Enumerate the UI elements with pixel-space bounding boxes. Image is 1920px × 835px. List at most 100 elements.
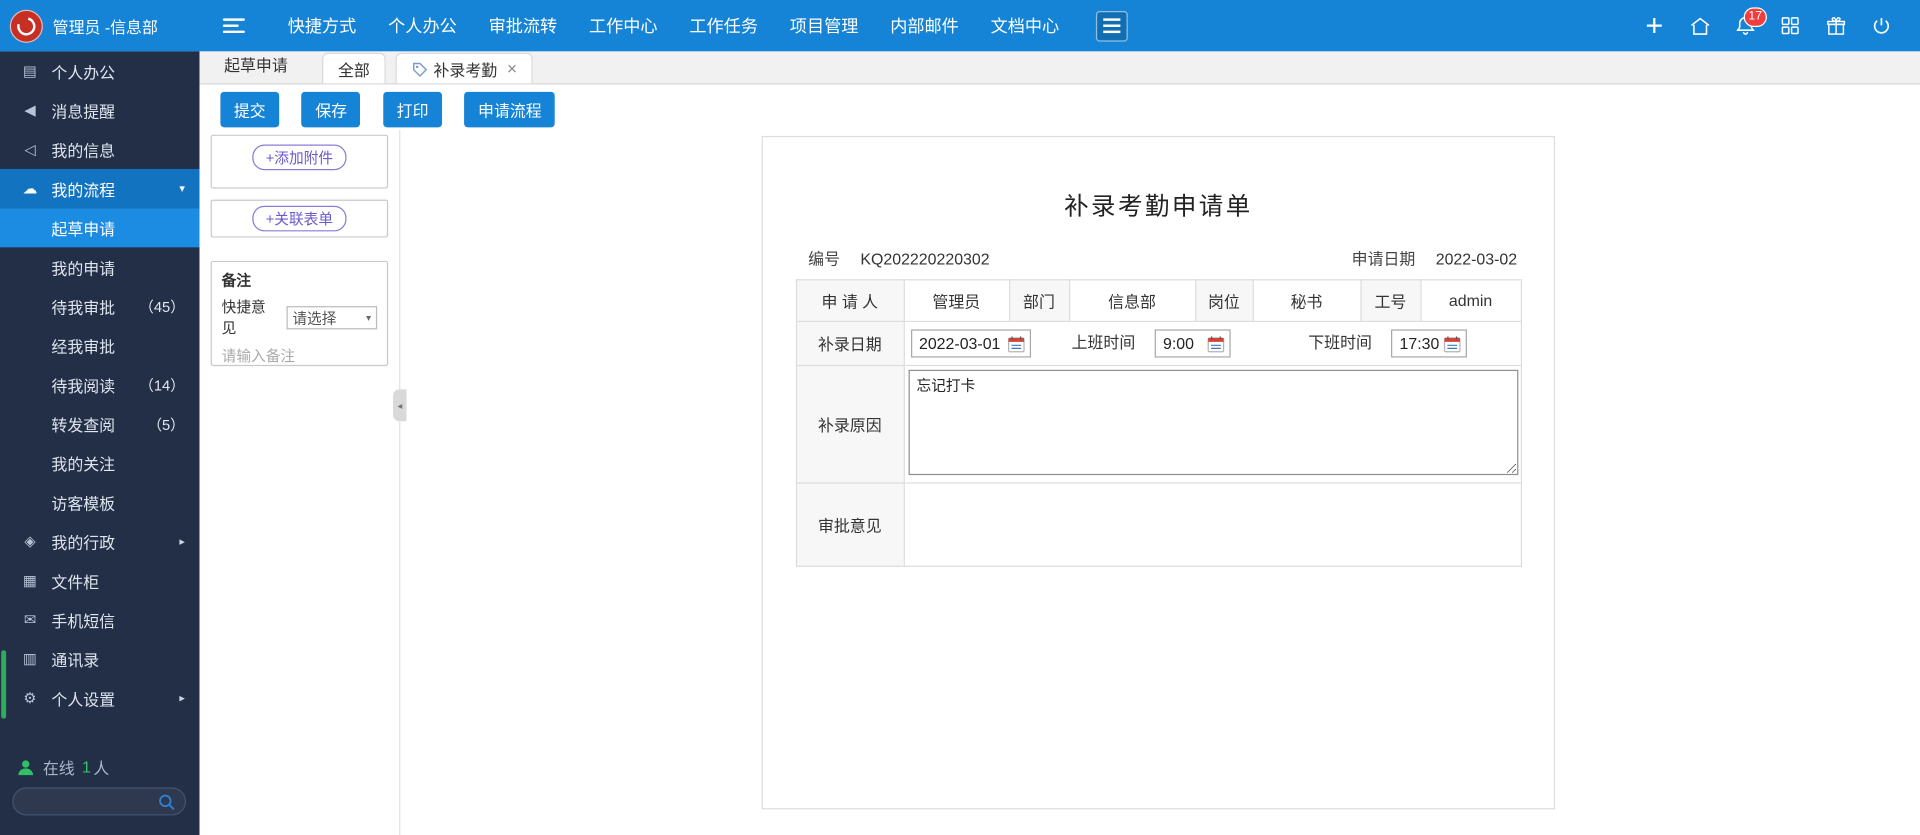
file-cabinet-icon: ▦ xyxy=(23,571,37,589)
apply-flow-button[interactable]: 申请流程 xyxy=(464,91,556,128)
my-info-icon: ◁ xyxy=(24,140,36,158)
save-button[interactable]: 保存 xyxy=(301,91,361,128)
sidebar-item-personal-settings[interactable]: ⚙ 个人设置 ▸ xyxy=(0,678,200,717)
app-root: 管理员 -信息部 快捷方式 个人办公 审批流转 工作中心 工作任务 项目管理 内… xyxy=(0,0,1920,835)
chevron-left-icon: ◂ xyxy=(397,399,403,411)
panel-collapse-handle[interactable]: ◂ xyxy=(393,389,407,422)
sidebar-item-label: 转发查阅 xyxy=(51,415,116,435)
sidebar-item-personal-office[interactable]: ▤ 个人办公 xyxy=(0,51,200,90)
sidebar-item-sms[interactable]: ✉ 手机短信 xyxy=(0,600,200,639)
calendar-icon[interactable] xyxy=(1207,335,1224,352)
quick-opinion-select[interactable]: 请选择 ▾ xyxy=(286,305,378,329)
nav-item-internal-mail[interactable]: 内部邮件 xyxy=(874,0,974,51)
approval-label: 审批意见 xyxy=(795,482,905,567)
sidebar-item-label: 手机短信 xyxy=(51,611,116,630)
apply-date-label: 申请日期 xyxy=(1351,249,1416,269)
dept-label: 部门 xyxy=(1008,279,1070,323)
calendar-icon[interactable] xyxy=(1443,335,1461,352)
tab-bulu-kaoqin[interactable]: 补录考勤 × xyxy=(395,52,533,84)
toolbar: 提交 保存 打印 申请流程 xyxy=(199,84,1920,130)
table-row: 补录原因 忘记打卡 xyxy=(795,364,1522,484)
sidebar-item-pending-approval[interactable]: 待我审批 （45） xyxy=(0,287,200,326)
end-time-input[interactable] xyxy=(1399,334,1439,353)
nav-item-work-center[interactable]: 工作中心 xyxy=(573,0,673,51)
time-fields-cell: 上班时间 下班时间 xyxy=(903,320,1522,367)
search-icon[interactable] xyxy=(158,793,175,810)
sidebar-item-message-alert[interactable]: ◀ 消息提醒 xyxy=(0,91,200,130)
reason-label: 补录原因 xyxy=(795,364,905,484)
sidebar-item-my-flow[interactable]: ☁ 我的流程 ▾ xyxy=(0,168,200,209)
apply-date-value: 2022-03-02 xyxy=(1435,249,1518,269)
link-form-button[interactable]: +关联表单 xyxy=(252,205,347,232)
menu-toggle-icon[interactable] xyxy=(222,18,245,34)
gift-icon[interactable] xyxy=(1823,13,1847,37)
more-menu-icon[interactable] xyxy=(1095,10,1128,42)
sidebar-item-draft-apply[interactable]: 起草申请 xyxy=(0,208,200,248)
form-number-value: KQ202220220302 xyxy=(860,249,990,269)
search-input[interactable] xyxy=(23,792,158,810)
tab-label: 全部 xyxy=(337,60,370,79)
calendar-icon[interactable] xyxy=(1007,335,1025,352)
reason-input[interactable]: 忘记打卡 xyxy=(907,369,1518,476)
approval-value xyxy=(903,482,1522,567)
table-row: 补录日期 上班时间 xyxy=(795,320,1522,367)
online-user-icon xyxy=(18,759,34,775)
message-alert-icon: ◀ xyxy=(24,101,36,119)
sidebar-item-forward-review[interactable]: 转发查阅 （5） xyxy=(0,404,200,443)
online-label: 在线 xyxy=(42,759,75,778)
sidebar-item-my-apply[interactable]: 我的申请 xyxy=(0,247,200,286)
bell-icon[interactable]: 17 xyxy=(1733,7,1767,37)
submit-button[interactable]: 提交 xyxy=(220,91,280,128)
sidebar-item-contacts[interactable]: ▥ 通讯录 xyxy=(0,639,200,678)
nav-item-work-tasks[interactable]: 工作任务 xyxy=(673,0,773,51)
sidebar-item-label: 我的行政 xyxy=(51,533,116,552)
form-number: 编号 KQ202220220302 xyxy=(800,246,990,269)
nav-item-approval-flow[interactable]: 审批流转 xyxy=(473,0,573,51)
power-icon[interactable] xyxy=(1869,13,1893,37)
add-icon[interactable]: + xyxy=(1642,10,1666,41)
nav-item-personal-office[interactable]: 个人办公 xyxy=(372,0,472,51)
sidebar-scrollbar[interactable] xyxy=(1,650,7,719)
quick-opinion-row: 快捷意见 请选择 ▾ xyxy=(222,296,378,338)
apps-grid-icon[interactable] xyxy=(1778,13,1802,37)
sidebar-item-label: 待我审批 xyxy=(51,298,116,317)
sidebar-item-label: 我的流程 xyxy=(51,180,116,199)
sidebar-item-label: 通讯录 xyxy=(51,650,100,670)
sidebar-item-my-follow[interactable]: 我的关注 xyxy=(0,443,200,482)
dept-value: 信息部 xyxy=(1068,279,1196,323)
sidebar-item-visitor-template[interactable]: 访客模板 xyxy=(0,482,200,521)
start-time-input[interactable] xyxy=(1162,334,1203,353)
sidebar-item-label: 文件柜 xyxy=(51,572,100,591)
nav-item-project-management[interactable]: 项目管理 xyxy=(774,0,874,51)
personal-office-icon: ▤ xyxy=(23,62,37,80)
sidebar-item-file-cabinet[interactable]: ▦ 文件柜 xyxy=(0,561,200,600)
home-icon[interactable] xyxy=(1687,13,1711,37)
sidebar-item-pending-read[interactable]: 待我阅读 （14） xyxy=(0,365,200,404)
settings-icon: ⚙ xyxy=(23,689,37,707)
side-panel: +添加附件 +关联表单 备注 快捷意见 请选择 ▾ 请输入备注 ◂ xyxy=(199,129,407,835)
count-badge: （45） xyxy=(139,298,185,316)
linked-form-panel: +关联表单 xyxy=(210,199,389,238)
note-input[interactable] xyxy=(221,345,378,383)
app-logo xyxy=(9,9,43,43)
main-nav: 快捷方式 个人办公 审批流转 工作中心 工作任务 项目管理 内部邮件 文档中心 xyxy=(272,0,1075,51)
nav-item-document-center[interactable]: 文档中心 xyxy=(975,0,1075,51)
form-meta: 编号 KQ202220220302 申请日期 2022-03-02 xyxy=(800,246,1518,269)
topbar-actions: + 17 xyxy=(1642,7,1920,41)
user-info[interactable]: 管理员 -信息部 xyxy=(53,14,158,37)
form-table: 申 请 人 管理员 部门 信息部 岗位 秘书 工号 admin 补录日期 202… xyxy=(795,279,1522,567)
sidebar-item-my-info[interactable]: ◁ 我的信息 xyxy=(0,130,200,169)
print-button[interactable]: 打印 xyxy=(383,91,442,128)
form-area: 补录考勤申请单 编号 KQ202220220302 申请日期 2022-03-0… xyxy=(400,129,1920,835)
online-count: 1 xyxy=(82,757,91,777)
sidebar-item-approved-by-me[interactable]: 经我审批 xyxy=(0,326,200,365)
sidebar-item-my-admin[interactable]: ◈ 我的行政 ▸ xyxy=(0,522,200,561)
applicant-value: 管理员 xyxy=(903,279,1010,323)
nav-item-shortcuts[interactable]: 快捷方式 xyxy=(272,0,372,51)
tab-all[interactable]: 全部 xyxy=(322,52,386,84)
sidebar-item-label: 起草申请 xyxy=(51,219,116,239)
resupply-date-input[interactable] xyxy=(918,334,1003,353)
add-attachment-button[interactable]: +添加附件 xyxy=(252,144,347,171)
topbar: 管理员 -信息部 快捷方式 个人办公 审批流转 工作中心 工作任务 项目管理 内… xyxy=(0,0,1920,52)
tab-close-icon[interactable]: × xyxy=(507,59,517,79)
